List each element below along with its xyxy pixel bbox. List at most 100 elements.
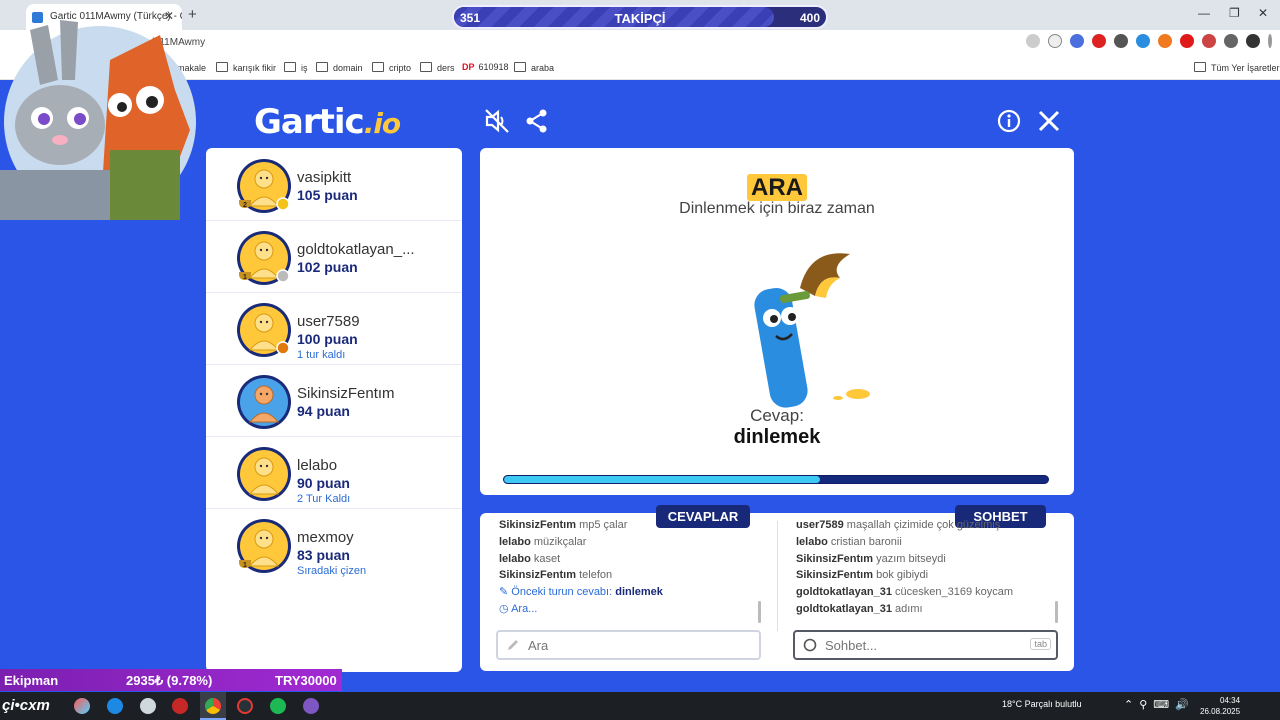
player-row: SikinsizFentım 94 puan bbox=[206, 366, 462, 437]
share-icon[interactable] bbox=[524, 108, 550, 134]
player-row: lelabo 90 puan 2 Tur Kaldı bbox=[206, 438, 462, 509]
chat-scrollbar[interactable] bbox=[1055, 601, 1058, 623]
clock[interactable]: 04:34 26.08.2025 bbox=[1200, 695, 1240, 717]
app-icon[interactable] bbox=[140, 698, 156, 714]
follower-goal: 400 bbox=[799, 11, 820, 25]
message-text: maşallah çizimide çok güzelmiş bbox=[846, 519, 1001, 531]
player-status-dot bbox=[276, 197, 290, 211]
opera-icon[interactable] bbox=[172, 698, 188, 714]
chat-message: SikinsizFentım bok gibiydi bbox=[796, 567, 1066, 584]
player-avatar bbox=[237, 375, 291, 429]
chat-message: goldtokatlayan_31 adımı bbox=[796, 601, 1066, 618]
chat-input-box[interactable]: tab bbox=[793, 630, 1058, 660]
message-user: SikinsizFentım bbox=[499, 519, 577, 531]
profile-icon[interactable] bbox=[1246, 34, 1260, 48]
break-title-text: ARA bbox=[747, 174, 807, 201]
bookmark-folder[interactable]: ders bbox=[420, 62, 455, 73]
star-icon[interactable] bbox=[1048, 34, 1062, 48]
bookmark-folder[interactable]: domain bbox=[316, 62, 363, 73]
windows-taskbar: çi•cxm 18°C Parçalı bulutlu ⌃⚲⌨🔊 04:34 2… bbox=[0, 692, 1280, 720]
install-icon[interactable] bbox=[1026, 34, 1040, 48]
clock-date: 26.08.2025 bbox=[1200, 707, 1241, 716]
logo-main: Gartic bbox=[254, 102, 365, 142]
player-note: 1 tur kaldı bbox=[297, 349, 346, 361]
clock-icon: ◷ bbox=[499, 602, 509, 615]
extension-icon[interactable] bbox=[1158, 34, 1172, 48]
menu-icon[interactable] bbox=[1268, 34, 1272, 48]
message-text: bok gibiydi bbox=[876, 569, 929, 582]
message-user: lelabo bbox=[796, 535, 828, 548]
break-title: ARA bbox=[480, 174, 1074, 202]
extension-icon[interactable] bbox=[1114, 34, 1128, 48]
copilot-icon[interactable] bbox=[74, 698, 90, 714]
chat-input[interactable] bbox=[825, 638, 1005, 653]
player-avatar: 2 bbox=[237, 159, 291, 213]
round-timer-bar bbox=[503, 475, 1049, 484]
spotify-icon[interactable] bbox=[270, 698, 286, 714]
break-status: Ara... bbox=[511, 602, 538, 615]
message-text: müzikçalar bbox=[533, 535, 587, 548]
player-note: Sıradaki çizen bbox=[297, 565, 367, 577]
answer-word: dinlemek bbox=[733, 426, 821, 448]
taskbar-start-label[interactable]: çi•cxm bbox=[2, 697, 50, 714]
answer-message: lelabo kaset bbox=[499, 551, 769, 568]
pdf-extension-icon[interactable] bbox=[1092, 34, 1106, 48]
translate-icon[interactable] bbox=[1070, 34, 1084, 48]
close-window-icon[interactable]: ✕ bbox=[1258, 6, 1268, 20]
previous-answer-notice: ✎ Önceki turun cevabı: dinlemek bbox=[499, 584, 769, 601]
extension-icon[interactable] bbox=[1180, 34, 1194, 48]
player-name: user7589 bbox=[297, 313, 360, 330]
mute-icon[interactable] bbox=[484, 108, 510, 134]
player-row: user7589 100 puan 1 tur kaldı bbox=[206, 294, 462, 365]
answer-message: SikinsizFentım mp5 çalar bbox=[499, 517, 769, 534]
answers-scrollbar[interactable] bbox=[758, 601, 761, 623]
svg-text:1: 1 bbox=[243, 562, 247, 569]
answer-message: lelabo müzikçalar bbox=[499, 534, 769, 551]
message-text: telefon bbox=[579, 569, 613, 582]
extension-icon[interactable] bbox=[1136, 34, 1150, 48]
logo-suffix: .io bbox=[363, 107, 401, 140]
answer-message: SikinsizFentım telefon bbox=[499, 567, 769, 584]
restore-icon[interactable]: ❐ bbox=[1229, 6, 1240, 20]
answer-input[interactable] bbox=[528, 638, 708, 653]
puzzle-icon[interactable] bbox=[1224, 34, 1238, 48]
player-name: vasipkitt bbox=[297, 169, 352, 186]
bookmark-folder[interactable]: iş bbox=[284, 62, 308, 73]
ticker-value: TRY30000 bbox=[275, 673, 337, 688]
bookmark-folder[interactable]: araba bbox=[514, 62, 554, 73]
chat-message: SikinsizFentım yazım bitseydi bbox=[796, 551, 1066, 568]
info-icon[interactable] bbox=[996, 108, 1022, 134]
bookmark-folder[interactable]: karışık fikir bbox=[216, 62, 276, 73]
app-icon[interactable] bbox=[303, 698, 319, 714]
message-user: SikinsizFentım bbox=[796, 569, 874, 582]
chrome-icon[interactable] bbox=[205, 698, 221, 714]
break-subtitle: Dinlenmek için biraz zaman bbox=[679, 200, 875, 217]
tab-key-hint: tab bbox=[1030, 638, 1051, 650]
player-points: 102 puan bbox=[297, 259, 358, 275]
close-icon[interactable] bbox=[1036, 108, 1062, 134]
system-tray-icons[interactable]: ⌃⚲⌨🔊 bbox=[1124, 698, 1195, 711]
game-stage: ARA Dinlenmek için biraz zaman Cevap: di… bbox=[480, 148, 1074, 495]
message-user: lelabo bbox=[499, 535, 531, 548]
minimize-icon[interactable]: — bbox=[1198, 6, 1210, 20]
message-user: goldtokatlayan_31 bbox=[796, 602, 892, 615]
extension-icon[interactable] bbox=[1202, 34, 1216, 48]
player-points: 83 puan bbox=[297, 547, 350, 563]
ticker-change: 2935₺ (9.78%) bbox=[126, 673, 213, 688]
player-note: 2 Tur Kaldı bbox=[297, 493, 351, 505]
bookmark-link[interactable]: DP 610918 bbox=[462, 62, 509, 72]
answers-chat-panel: CEVAPLAR SOHBET SikinsizFentım mp5 çalar… bbox=[480, 505, 1074, 671]
edge-icon[interactable] bbox=[107, 698, 123, 714]
brush-mascot-icon bbox=[754, 253, 870, 408]
all-bookmarks[interactable]: Tüm Yer İşaretleri bbox=[1194, 62, 1280, 73]
dp-icon: DP bbox=[462, 62, 475, 72]
obs-icon[interactable] bbox=[237, 698, 253, 714]
answer-input-box[interactable] bbox=[496, 630, 761, 660]
follower-label: TAKİPÇİ bbox=[614, 11, 666, 26]
message-user: goldtokatlayan_31 bbox=[796, 586, 892, 599]
follower-goal-bar: 351 TAKİPÇİ 400 bbox=[452, 5, 828, 29]
chat-message: lelabo cristian baronii bbox=[796, 534, 1066, 551]
bookmark-folder[interactable]: cripto bbox=[372, 62, 411, 73]
weather-widget[interactable]: 18°C Parçalı bulutlu bbox=[1002, 699, 1082, 709]
player-row: 1 goldtokatlayan_... 102 puan bbox=[206, 222, 462, 293]
